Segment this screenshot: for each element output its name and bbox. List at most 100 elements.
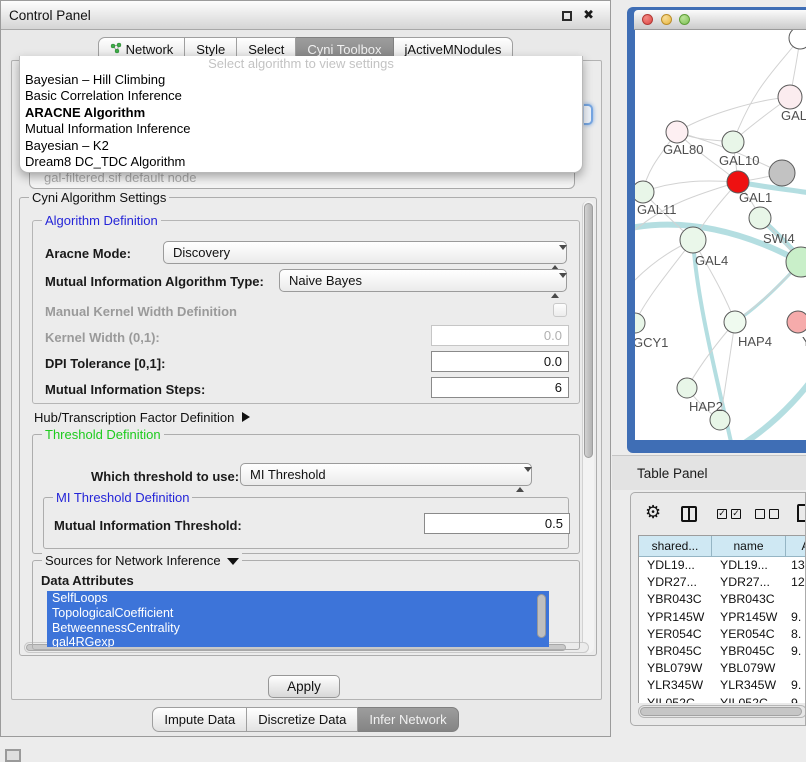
algorithm-option[interactable]: Basic Correlation Inference (20, 88, 582, 104)
dpi-tolerance-label: DPI Tolerance [0,1]: (45, 356, 165, 371)
algorithm-option[interactable]: Mutual Information Inference (20, 121, 582, 137)
deselect-all-checkboxes-icon[interactable] (755, 509, 779, 519)
attribute-item[interactable]: TopologicalCoefficient (47, 606, 549, 621)
attribute-item[interactable]: BetweennessCentrality (47, 621, 549, 636)
docked-window-icon[interactable] (5, 749, 21, 762)
tab-discretize-data[interactable]: Discretize Data (247, 707, 358, 732)
focused-combo-edge (584, 104, 593, 125)
select-all-checkboxes-icon[interactable]: ✓✓ (717, 509, 741, 519)
tab-label: Cyni Toolbox (307, 42, 381, 57)
close-icon[interactable]: ✖ (583, 10, 594, 21)
manual-kernel-checkbox[interactable] (553, 303, 567, 317)
table-row[interactable]: YDR27...YDR27...12 (639, 574, 806, 591)
column-header-1[interactable]: shared... (639, 536, 712, 557)
table-panel-title: Table Panel (612, 456, 806, 491)
columns-icon[interactable] (681, 506, 697, 522)
table-row[interactable]: YBR045CYBR045C9. (639, 643, 806, 660)
table-row[interactable]: YDL19...YDL19...13 (639, 557, 806, 574)
algorithm-option[interactable]: ARACNE Algorithm (20, 105, 582, 121)
table-cell: YDR27... (639, 574, 712, 591)
expand-right-icon (242, 412, 250, 422)
table-row[interactable]: YER054CYER054C8. (639, 626, 806, 643)
table-cell: 12 (786, 574, 806, 591)
table-horizontal-scrollbar[interactable] (638, 705, 806, 718)
algorithm-option[interactable]: Bayesian – Hill Climbing (20, 72, 582, 88)
minimize-traffic-light[interactable] (661, 14, 672, 25)
mi-threshold-definition-group: MI Threshold Definition Mutual Informati… (43, 497, 569, 549)
list-scrollbar-thumb[interactable] (537, 594, 546, 638)
kernel-width-label: Kernel Width (0,1): (45, 330, 160, 345)
network-canvas[interactable]: GALGAL80GAL10GAL1GAL11SWI4GAL4GCY1HAP4YH… (635, 30, 806, 440)
node-attribute-table: shared...nameA YDL19...YDL19...13YDR27..… (638, 535, 806, 703)
dropdown-placeholder: Select algorithm to view settings (20, 56, 582, 72)
table-header-row: shared...nameA (639, 536, 806, 557)
table-row[interactable]: YPR145WYPR145W9. (639, 609, 806, 626)
table-cell: YBR045C (639, 643, 712, 660)
network-node[interactable] (635, 313, 645, 333)
table-panel-titlebar: Table Panel (612, 455, 806, 490)
column-header-2[interactable]: name (712, 536, 786, 557)
table-cell: YBL079W (639, 660, 712, 677)
attribute-item[interactable]: gal4RGexp (47, 635, 549, 647)
table-row[interactable]: YBL079WYBL079W (639, 660, 806, 677)
cyni-algorithm-settings-group: Cyni Algorithm Settings Algorithm Defini… (19, 197, 597, 656)
mi-threshold-field[interactable]: 0.5 (424, 513, 570, 534)
table-cell: YPR145W (712, 609, 786, 626)
sources-title[interactable]: Sources for Network Inference (42, 553, 242, 568)
scrollbar-thumb[interactable] (584, 203, 593, 458)
manual-kernel-label: Manual Kernel Width Definition (45, 304, 237, 319)
table-cell (786, 591, 806, 608)
table-cell: YBR045C (712, 643, 786, 660)
algorithm-option[interactable]: Dream8 DC_TDC Algorithm (20, 154, 582, 170)
network-node[interactable] (789, 30, 806, 49)
gear-icon[interactable]: ⚙ (645, 502, 661, 523)
new-table-icon[interactable] (797, 504, 806, 522)
mi-steps-field[interactable]: 6 (431, 377, 569, 398)
network-node[interactable] (787, 311, 806, 333)
column-header-3[interactable]: A (786, 536, 806, 557)
hub-definition-toggle[interactable]: Hub/Transcription Factor Definition (34, 410, 250, 425)
network-window-titlebar[interactable] (634, 10, 806, 30)
data-attributes-label: Data Attributes (41, 573, 134, 588)
network-node[interactable] (680, 227, 706, 253)
algorithm-dropdown: Select algorithm to view settings Bayesi… (19, 56, 583, 173)
tab-label: Network (126, 42, 174, 57)
table-cell: YBR043C (712, 591, 786, 608)
network-node[interactable] (786, 247, 806, 277)
network-node[interactable] (778, 85, 802, 109)
mi-type-combo[interactable]: Naive Bayes (279, 269, 567, 292)
network-node[interactable] (749, 207, 771, 229)
scrollbar-thumb[interactable] (640, 707, 802, 716)
control-panel-titlebar: Control Panel ✖ (1, 1, 610, 30)
which-threshold-combo[interactable]: MI Threshold (240, 463, 532, 486)
aracne-mode-combo[interactable]: Discovery (163, 241, 567, 264)
node-label: GAL10 (719, 153, 759, 168)
settings-group-title: Cyni Algorithm Settings (29, 190, 169, 205)
table-cell: 8. (786, 626, 806, 643)
tab-infer-network[interactable]: Infer Network (358, 707, 458, 732)
close-traffic-light[interactable] (642, 14, 653, 25)
float-window-icon[interactable] (562, 11, 572, 21)
network-node[interactable] (677, 378, 697, 398)
combo-arrows-icon (551, 247, 559, 268)
dpi-tolerance-field[interactable]: 0.0 (431, 351, 569, 372)
table-row[interactable]: YBR043CYBR043C (639, 591, 806, 608)
table-cell: 9. (786, 677, 806, 694)
table-row[interactable]: YLR345WYLR345W9. (639, 677, 806, 694)
table-cell: YBL079W (712, 660, 786, 677)
settings-vertical-scrollbar[interactable] (582, 201, 594, 653)
tab-impute-data[interactable]: Impute Data (152, 707, 247, 732)
attribute-item[interactable]: SelfLoops (47, 591, 549, 606)
network-node[interactable] (724, 311, 746, 333)
table-cell: YIL052C (712, 695, 786, 704)
network-node[interactable] (769, 160, 795, 186)
algorithm-definition-title: Algorithm Definition (42, 213, 161, 228)
apply-button[interactable]: Apply (268, 675, 340, 698)
network-node[interactable] (722, 131, 744, 153)
network-node[interactable] (635, 181, 654, 203)
table-row[interactable]: YIL052CYIL052C9 (639, 695, 806, 704)
zoom-traffic-light[interactable] (679, 14, 690, 25)
kernel-width-field[interactable]: 0.0 (431, 325, 569, 346)
network-node[interactable] (666, 121, 688, 143)
algorithm-option[interactable]: Bayesian – K2 (20, 138, 582, 154)
